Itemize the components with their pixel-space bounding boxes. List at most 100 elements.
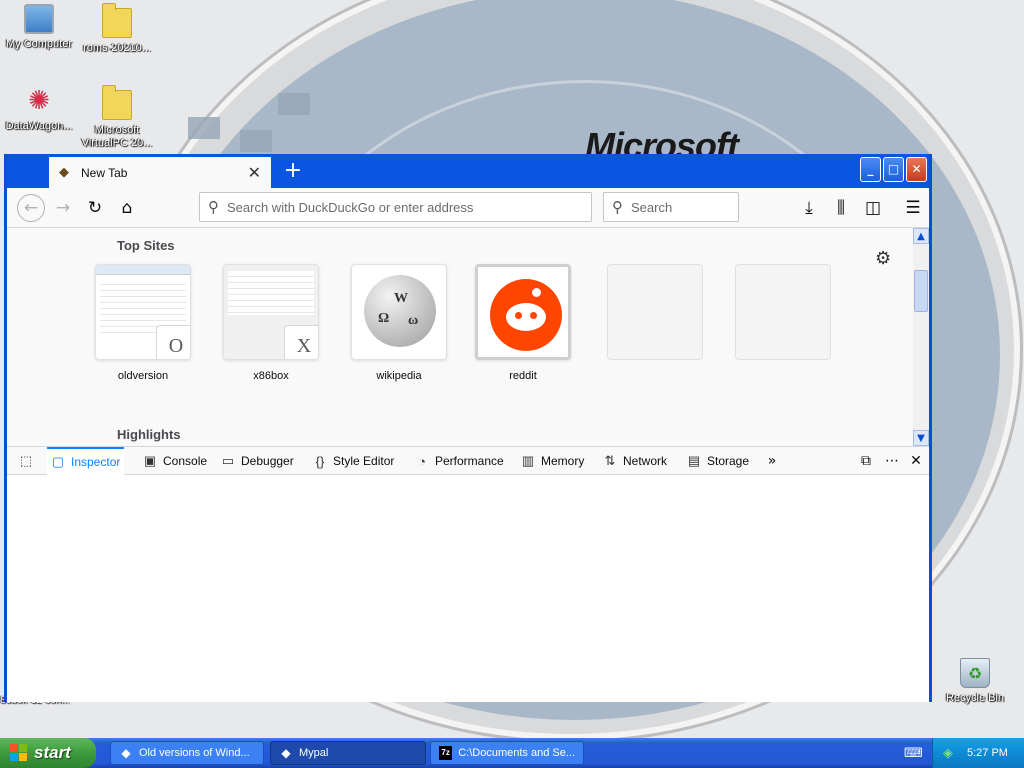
home-icon: ⌂ bbox=[121, 198, 133, 218]
keyboard-icon[interactable]: ⌨ bbox=[904, 746, 923, 761]
scroll-down-icon[interactable]: ▼ bbox=[913, 430, 929, 446]
devtools-tab-style-editor[interactable]: {} Style Editor bbox=[309, 447, 398, 475]
desktop-icon-datawagon[interactable]: ✺ DataWagon... bbox=[0, 86, 78, 133]
recycle-bin-icon: ♻ bbox=[960, 658, 990, 688]
more-tools-chevron-icon[interactable]: » bbox=[761, 447, 783, 475]
devtools-tab-label: Memory bbox=[541, 454, 585, 468]
window-controls: _ □ ✕ bbox=[860, 157, 927, 182]
reddit-antenna bbox=[532, 288, 541, 297]
dock-toggle-icon[interactable]: ⧉ bbox=[855, 447, 877, 475]
task-label: C:\Documents and Se... bbox=[458, 747, 575, 759]
desktop-icon-my-computer[interactable]: My Computer bbox=[0, 4, 78, 51]
devtools-tab-console[interactable]: ▣ Console bbox=[139, 447, 211, 475]
search-icon: ⚲ bbox=[208, 198, 219, 216]
search-bar[interactable]: ⚲ Search bbox=[603, 192, 739, 222]
taskbar-task-oldversion[interactable]: ◆ Old versions of Wind... bbox=[110, 741, 264, 765]
performance-icon: ◔ bbox=[418, 453, 426, 469]
page-scrollbar[interactable]: ▲ ▼ bbox=[913, 228, 929, 446]
devtools-tab-inspector[interactable]: ▢ Inspector bbox=[47, 447, 125, 475]
desktop-icon-virtualpc-folder[interactable]: Microsoft VirtualPC 20... bbox=[78, 85, 156, 150]
desktop-icon-roms-folder[interactable]: roms-20210... bbox=[78, 3, 156, 55]
forward-arrow-icon: → bbox=[55, 198, 71, 218]
reddit-eye bbox=[515, 312, 522, 319]
library-button[interactable]: ⫼ bbox=[827, 195, 855, 221]
address-bar[interactable]: ⚲ Search with DuckDuckGo or enter addres… bbox=[199, 192, 592, 222]
devtools-tab-label: Style Editor bbox=[333, 454, 395, 468]
minimize-button[interactable]: _ bbox=[860, 157, 881, 182]
flag-segment bbox=[10, 744, 18, 752]
tab-title: New Tab bbox=[81, 165, 128, 180]
devtools-panel bbox=[7, 475, 929, 702]
taskbar-task-mypal[interactable]: ◆ Mypal bbox=[270, 741, 426, 765]
wallpaper-flag-square bbox=[188, 117, 220, 139]
desktop-icon-recycle-bin[interactable]: ♻ Recycle Bin bbox=[936, 658, 1014, 705]
flag-segment bbox=[10, 753, 18, 761]
reload-button[interactable]: ↻ bbox=[81, 195, 109, 221]
back-arrow-icon: ← bbox=[23, 198, 39, 218]
back-button[interactable]: ← bbox=[17, 194, 45, 222]
network-tray-icon[interactable]: ◈ bbox=[943, 746, 953, 761]
top-site-empty[interactable] bbox=[607, 264, 703, 360]
devtools-tab-label: Storage bbox=[707, 454, 750, 468]
element-picker-button[interactable]: ⬚ bbox=[15, 447, 43, 475]
flag-segment bbox=[19, 753, 27, 761]
forward-button[interactable]: → bbox=[49, 195, 77, 221]
7zip-icon: 7z bbox=[439, 746, 453, 760]
taskbar-task-7zip[interactable]: 7z C:\Documents and Se... bbox=[430, 741, 584, 765]
new-tab-button[interactable]: + bbox=[279, 158, 307, 184]
top-site-oldversion[interactable]: O oldversion bbox=[95, 264, 191, 382]
menu-button[interactable]: ☰ bbox=[899, 195, 927, 221]
highlights-heading: Highlights bbox=[117, 427, 181, 442]
devtools-tab-network[interactable]: ⇅ Network bbox=[599, 447, 671, 475]
debugger-icon: ▭ bbox=[221, 453, 235, 468]
scrollbar-thumb[interactable] bbox=[914, 270, 928, 312]
desktop-icon-label: Microsoft VirtualPC 20... bbox=[81, 124, 153, 149]
network-icon: ⇅ bbox=[604, 453, 616, 468]
site-thumbnail bbox=[475, 264, 571, 360]
reddit-logo-icon bbox=[490, 279, 562, 351]
top-site-x86box[interactable]: X x86box bbox=[223, 264, 319, 382]
devtools-tab-label: Inspector bbox=[71, 455, 121, 469]
reddit-eye bbox=[530, 312, 537, 319]
devtools-tab-performance[interactable]: ◔ Performance bbox=[411, 447, 508, 475]
site-label: oldversion bbox=[117, 370, 169, 382]
devtools-tab-label: Network bbox=[623, 454, 668, 468]
empty-site-tile bbox=[607, 264, 703, 360]
empty-site-tile bbox=[735, 264, 831, 360]
style-editor-icon: {} bbox=[315, 453, 325, 469]
home-button[interactable]: ⌂ bbox=[113, 195, 141, 221]
start-button[interactable]: start bbox=[0, 738, 96, 768]
nav-toolbar: ← → ↻ ⌂ ⚲ Search with DuckDuckGo or ente… bbox=[7, 188, 929, 228]
gear-icon[interactable]: ⚙ bbox=[875, 248, 891, 269]
new-tab-page: Top Sites ⚙ O oldversion X x86box W Ω ω bbox=[7, 228, 913, 446]
devtools-tab-memory[interactable]: ▥ Memory bbox=[517, 447, 588, 475]
devtools-menu-icon[interactable]: ⋯ bbox=[881, 447, 903, 475]
scroll-up-icon[interactable]: ▲ bbox=[913, 228, 929, 244]
top-site-reddit[interactable]: reddit bbox=[475, 264, 571, 382]
site-thumbnail: W Ω ω bbox=[351, 264, 447, 360]
tab-new-tab[interactable]: ◆ New Tab ✕ bbox=[49, 157, 271, 188]
datawagon-icon: ✺ bbox=[28, 86, 50, 116]
devtools-tab-storage[interactable]: ▤ Storage bbox=[683, 447, 753, 475]
devtools-tab-label: Performance bbox=[435, 454, 504, 468]
close-button[interactable]: ✕ bbox=[906, 157, 927, 182]
start-label: start bbox=[34, 743, 71, 762]
top-site-empty[interactable] bbox=[735, 264, 831, 360]
thumbnail-header bbox=[96, 265, 190, 275]
sidebar-button[interactable]: ◫ bbox=[859, 195, 887, 221]
inspector-icon: ▢ bbox=[51, 454, 65, 469]
tab-close-icon[interactable]: ✕ bbox=[248, 163, 261, 182]
devtools-tab-debugger[interactable]: ▭ Debugger bbox=[217, 447, 298, 475]
devtools-close-icon[interactable]: ✕ bbox=[905, 447, 927, 475]
title-bar[interactable]: ◆ New Tab ✕ + _ □ ✕ bbox=[7, 154, 929, 188]
site-label: wikipedia bbox=[376, 370, 422, 382]
download-icon: ⤓ bbox=[805, 198, 813, 218]
devtools-toolbar: ⬚ ▢ Inspector ▣ Console ▭ Debugger {} St… bbox=[7, 446, 929, 475]
top-site-wikipedia[interactable]: W Ω ω wikipedia bbox=[351, 264, 447, 382]
console-icon: ▣ bbox=[143, 453, 157, 468]
clock[interactable]: 5:27 PM bbox=[967, 747, 1008, 759]
maximize-button[interactable]: □ bbox=[883, 157, 904, 182]
mypal-icon: ◆ bbox=[281, 746, 291, 760]
sidebar-icon: ◫ bbox=[864, 198, 882, 218]
downloads-button[interactable]: ⤓ bbox=[795, 195, 823, 221]
